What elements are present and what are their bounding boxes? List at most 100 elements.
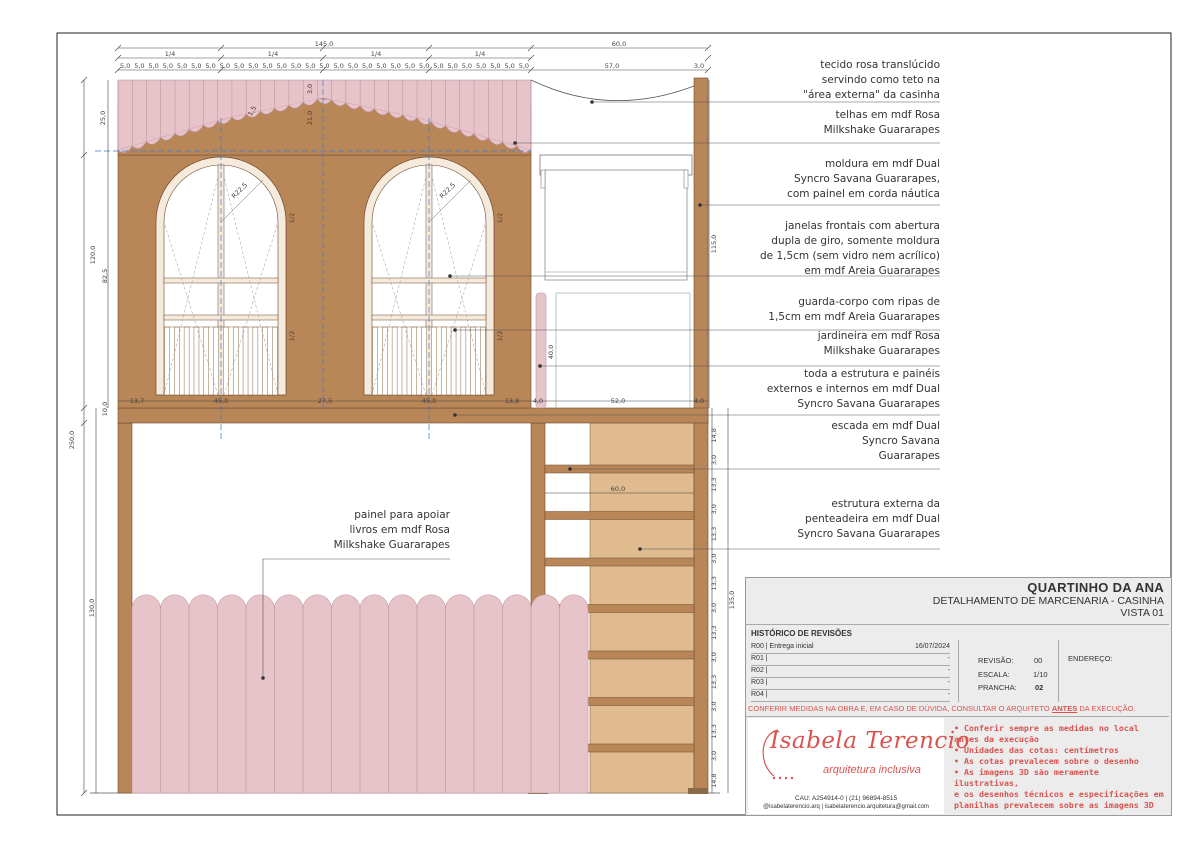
- annotation-text: Milkshake Guararapes: [824, 345, 940, 357]
- note-line: • As imagens 3D são meramente ilustrativ…: [954, 767, 1099, 788]
- scale-row: ESCALA: 1/10: [978, 668, 1048, 682]
- logo-tagline: arquitetura inclusiva: [823, 764, 921, 776]
- book-panel-slat: [473, 594, 503, 794]
- ladder-step-dimension: 3,0: [710, 603, 718, 613]
- book-panel-slat: [530, 594, 560, 794]
- book-panel-slat: [302, 594, 332, 794]
- warning-after: DA EXECUÇÃO.: [1077, 704, 1136, 713]
- railing-slat: [203, 326, 210, 396]
- dim-quarter: 1/4: [475, 50, 485, 58]
- general-notes: • Conferir sempre as medidas no local ant…: [954, 723, 1168, 811]
- annotation-text: Syncro Savana Guararapes: [797, 528, 940, 540]
- tile-dimension: 5,0: [305, 62, 315, 70]
- ladder-step-dimension: 13,3: [710, 576, 718, 590]
- ladder-step-dimension: 13,3: [710, 477, 718, 491]
- tile-dimension: 5,0: [391, 62, 401, 70]
- ladder-step-dimension: 14,8: [710, 428, 718, 442]
- logo-dot: [778, 776, 782, 780]
- ladder-step-dimension: 3,0: [710, 652, 718, 662]
- book-panel-slat: [245, 594, 275, 794]
- tile-dimension: 5,0: [476, 62, 486, 70]
- railing-slat: [470, 326, 476, 396]
- contact-cau: CAU: A254914-0 | (21) 96894-8515: [794, 795, 898, 802]
- ladder-rung: [544, 511, 695, 520]
- book-panel-slat: [502, 594, 532, 794]
- railing-slat: [450, 326, 457, 396]
- revision-value: 00: [1034, 656, 1043, 665]
- revision-date: 16/07/2024: [914, 643, 950, 650]
- ladder-rung: [544, 557, 695, 567]
- dim-window-height: 82,5: [101, 269, 109, 283]
- dim-post: 3,0: [694, 62, 704, 70]
- dim-half: 1/2: [288, 213, 296, 223]
- tile-dimension: 5,0: [448, 62, 458, 70]
- tile-dimension: 5,0: [419, 62, 429, 70]
- annotation-text: livros em mdf Rosa: [350, 524, 450, 536]
- dim-half: 1/2: [288, 331, 296, 341]
- warning-text: CONFERIR MEDIDAS NA OBRA E, EM CASO DE D…: [748, 704, 1168, 713]
- dim-lower-height: 130,0: [88, 599, 96, 618]
- dim-upper-height: 120,0: [89, 246, 97, 265]
- dim-total-height: 250,0: [68, 431, 76, 450]
- scale-label: ESCALA:: [978, 669, 1010, 679]
- book-panel-slat: [217, 594, 247, 794]
- revision-code: R03 |: [751, 679, 768, 686]
- tile-dimension: 5,0: [163, 62, 173, 70]
- note-line: • Unidades das cotas: centímetros: [954, 745, 1119, 755]
- dim-quarter: 1/4: [268, 50, 278, 58]
- logo-name: Isabela Terencio: [770, 728, 970, 754]
- book-panel-slat: [359, 594, 389, 794]
- revisions-heading: HISTÓRICO DE REVISÕES: [751, 629, 852, 638]
- dim-bottom: 45,0: [422, 397, 436, 405]
- revision-label: REVISÃO:: [978, 656, 1014, 665]
- annotation-text: guarda-corpo com ripas de: [798, 296, 940, 308]
- dim-planter-height: 40,0: [547, 345, 555, 359]
- annotation-text: Syncro Savana: [862, 435, 940, 447]
- dim-ladder-width: 60,0: [611, 485, 625, 493]
- railing-slat: [174, 326, 180, 396]
- ladder-step-dimension: 13,3: [710, 724, 718, 738]
- dim-bottom: 27,5: [318, 397, 332, 405]
- tile-dimension: 5,0: [220, 62, 230, 70]
- annotation-text: Syncro Savana Guararapes,: [794, 173, 940, 185]
- tile-dimension: 5,0: [205, 62, 215, 70]
- annotation-text: "área externa" da casinha: [803, 89, 940, 101]
- annotation-text: Guararapes: [879, 450, 940, 462]
- book-panel-slat: [188, 594, 218, 794]
- railing-slat: [382, 326, 388, 396]
- revision-code: R01 |: [751, 655, 768, 662]
- warning-before: CONFERIR MEDIDAS NA OBRA E, EM CASO DE D…: [748, 704, 1052, 713]
- book-panel: [131, 594, 589, 794]
- tile-dimension: 5,0: [362, 62, 372, 70]
- tile-dimension: 5,0: [376, 62, 386, 70]
- dim-deck: 52,0: [611, 397, 625, 405]
- book-panel-slat: [559, 594, 589, 794]
- tile-dimension: 5,0: [405, 62, 415, 70]
- dim-quarter: 1/4: [371, 50, 381, 58]
- dim-half: 1/2: [496, 331, 504, 341]
- logo-dot: [790, 776, 794, 780]
- dim-bottom: 45,0: [214, 397, 228, 405]
- book-panel-slat: [331, 594, 361, 794]
- ladder-step-dimension: 13,3: [710, 625, 718, 639]
- ladder-step-dimension: 14,8: [710, 773, 718, 787]
- tile-dimension: 5,0: [277, 62, 287, 70]
- dim-half: 1/2: [496, 213, 504, 223]
- revision-date: -: [947, 667, 950, 674]
- note-line: • As cotas prevalecem sobre o desenho: [954, 756, 1139, 766]
- project-subtitle: DETALHAMENTO DE MARCENARIA - CASINHA: [932, 595, 1164, 607]
- annotation-text: servindo como teto na: [822, 74, 940, 86]
- ladder-step-dimension: 3,0: [710, 455, 718, 465]
- sheet-value: 02: [1035, 683, 1044, 692]
- rope-panel-frame: [544, 169, 688, 281]
- revision-code: R02 |: [751, 667, 768, 674]
- left-post: [117, 422, 133, 794]
- note-line: e os desenhos técnicos e especificações …: [954, 789, 1164, 799]
- revision-row: R03 | -: [751, 678, 950, 690]
- railing-slat: [440, 326, 447, 396]
- dim-floor-thickness: 10,0: [101, 402, 109, 416]
- tile-dimension: 5,0: [120, 62, 130, 70]
- tile-dimension: 5,0: [134, 62, 144, 70]
- tile-dimension: 5,0: [177, 62, 187, 70]
- revision-row: R02 | -: [751, 666, 950, 678]
